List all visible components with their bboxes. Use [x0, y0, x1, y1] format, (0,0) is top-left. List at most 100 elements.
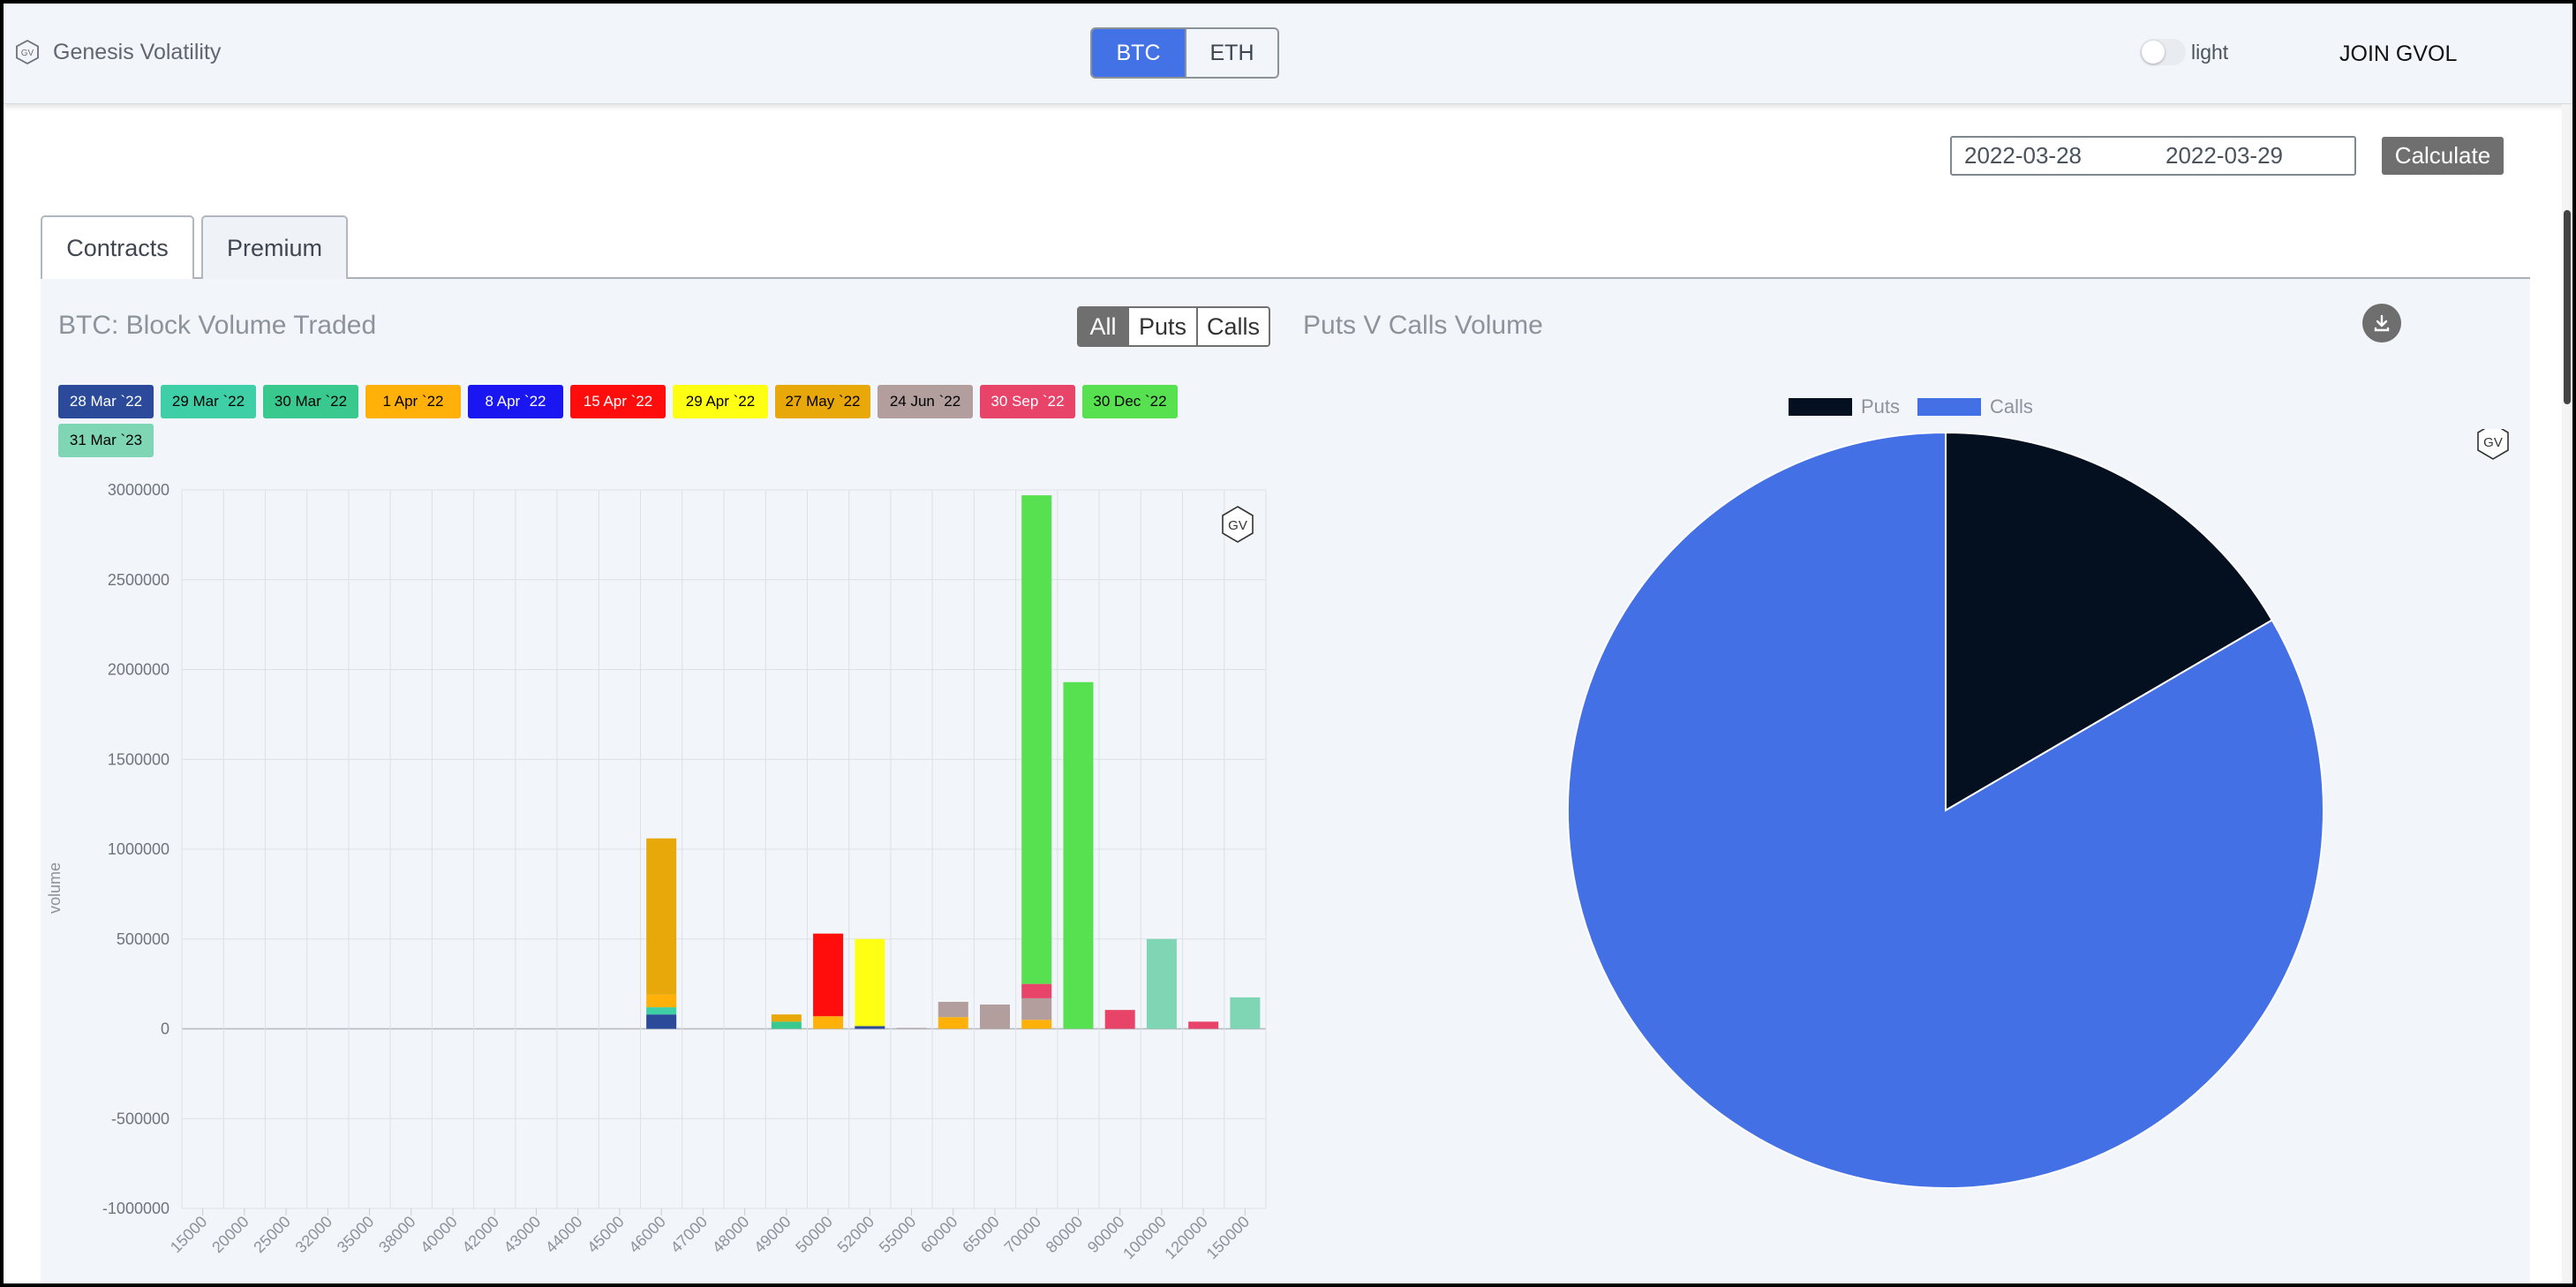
bar-segment-11-23[interactable]: [1146, 938, 1177, 1029]
legend-label-puts[interactable]: Puts: [1861, 395, 1900, 418]
asset-eth-button[interactable]: ETH: [1185, 29, 1277, 77]
gv-watermark-icon: GV: [2477, 429, 2509, 460]
download-button[interactable]: [2362, 304, 2401, 342]
y-tick-label: -500000: [111, 1110, 169, 1127]
tab-contracts[interactable]: Contracts: [41, 215, 194, 279]
y-tick-label: 1500000: [108, 750, 169, 768]
y-tick-label: 2000000: [108, 661, 169, 679]
filter-calls-button[interactable]: Calls: [1196, 308, 1269, 345]
bar-segment-10-21[interactable]: [1063, 681, 1094, 1029]
expiry-chip-11[interactable]: 31 Mar `23: [58, 424, 154, 457]
bar-segment-9-24[interactable]: [1188, 1021, 1219, 1029]
filter-all-button[interactable]: All: [1079, 308, 1127, 345]
pie-chart-title: Puts V Calls Volume: [1303, 311, 1543, 340]
pie-legend: Puts Calls: [1789, 395, 2051, 418]
bar-segment-7-14[interactable]: [771, 1014, 802, 1022]
bar-segment-6-16[interactable]: [855, 938, 885, 1027]
y-tick-label: 500000: [117, 930, 169, 948]
end-date-input[interactable]: 2022-03-29: [2165, 142, 2283, 169]
bar-segment-7-11[interactable]: [646, 838, 677, 995]
bar-segment-3-11[interactable]: [646, 994, 677, 1008]
x-tick-label: 42000: [459, 1213, 503, 1257]
y-tick-label: 0: [161, 1020, 169, 1038]
x-tick-label: 48000: [709, 1213, 753, 1257]
bar-segment-8-18[interactable]: [938, 1001, 968, 1018]
date-range-picker[interactable]: 2022-03-28 2022-03-29: [1950, 136, 2356, 176]
bar-segment-0-11[interactable]: [646, 1014, 677, 1029]
join-gvol-link[interactable]: JOIN GVOL: [2339, 41, 2457, 67]
brand[interactable]: GV Genesis Volatility: [14, 39, 221, 65]
tab-bar: Contracts Premium: [41, 212, 2530, 279]
premium-panel: BTC: Block Volume Traded All Puts Calls …: [41, 279, 2530, 1283]
logo-text: GV: [21, 49, 34, 58]
x-tick-label: 43000: [501, 1213, 545, 1257]
expiry-chip-8[interactable]: 24 Jun `22: [877, 385, 973, 418]
x-tick-label: 100000: [1119, 1213, 1170, 1263]
x-tick-label: 45000: [584, 1213, 628, 1257]
x-tick-label: 35000: [334, 1213, 378, 1257]
x-tick-label: 44000: [542, 1213, 586, 1257]
y-axis-label: volume: [46, 862, 64, 914]
expiry-chip-10[interactable]: 30 Dec `22: [1082, 385, 1178, 418]
x-tick-label: 80000: [1043, 1213, 1087, 1257]
x-tick-label: 52000: [834, 1213, 878, 1257]
puts-calls-pie-chart: GV: [1567, 429, 2509, 1189]
theme-toggle[interactable]: light: [2140, 39, 2228, 65]
y-tick-label: 3000000: [108, 481, 169, 499]
x-tick-label: 70000: [1001, 1213, 1045, 1257]
expiry-chip-1[interactable]: 29 Mar `22: [161, 385, 256, 418]
x-tick-label: 150000: [1203, 1213, 1254, 1263]
bar-segment-10-20[interactable]: [1021, 495, 1052, 984]
bar-segment-9-22[interactable]: [1104, 1010, 1135, 1029]
expiry-chip-0[interactable]: 28 Mar `22: [58, 385, 154, 418]
bar-segment-1-11[interactable]: [646, 1007, 677, 1015]
bar-segment-9-20[interactable]: [1021, 983, 1052, 998]
start-date-input[interactable]: 2022-03-28: [1964, 142, 2082, 169]
bar-segment-3-15[interactable]: [813, 1016, 844, 1029]
watermark-text: GV: [1228, 518, 1247, 533]
expiry-chip-7[interactable]: 27 May `22: [775, 385, 870, 418]
legend-swatch-calls: [1917, 398, 1982, 416]
y-tick-label: 2500000: [108, 571, 169, 589]
scrollbar-thumb[interactable]: [2564, 210, 2571, 404]
bar-segment-0-16[interactable]: [855, 1026, 885, 1029]
option-type-filter: All Puts Calls: [1077, 306, 1270, 347]
expiry-chip-2[interactable]: 30 Mar `22: [263, 385, 358, 418]
gv-logo-icon: GV: [16, 39, 39, 65]
block-volume-bar-chart: 3000000250000020000001500000100000050000…: [46, 481, 1267, 1263]
bar-segment-8-19[interactable]: [979, 1005, 1011, 1029]
bar-segment-8-17[interactable]: [896, 1027, 927, 1029]
x-tick-label: 38000: [375, 1213, 419, 1257]
watermark-text: GV: [2483, 435, 2503, 450]
x-tick-label: 120000: [1161, 1213, 1211, 1263]
bar-segment-3-20[interactable]: [1021, 1020, 1052, 1029]
expiry-chip-5[interactable]: 15 Apr `22: [570, 385, 666, 418]
bar-segment-3-18[interactable]: [938, 1017, 968, 1029]
asset-toggle: BTC ETH: [1090, 27, 1279, 79]
expiry-chip-6[interactable]: 29 Apr `22: [673, 385, 768, 418]
page-scrollbar[interactable]: [2562, 104, 2572, 1283]
top-navigation-bar: GV Genesis Volatility BTC ETH light JOIN…: [4, 4, 2572, 104]
calculate-button[interactable]: Calculate: [2382, 137, 2504, 175]
expiry-chip-3[interactable]: 1 Apr `22: [365, 385, 461, 418]
bar-chart-title: BTC: Block Volume Traded: [58, 311, 377, 340]
tab-premium[interactable]: Premium: [201, 215, 348, 279]
bar-segment-8-20[interactable]: [1021, 997, 1052, 1020]
x-tick-label: 55000: [876, 1213, 920, 1257]
filter-puts-button[interactable]: Puts: [1127, 308, 1196, 345]
asset-btc-button[interactable]: BTC: [1092, 29, 1185, 77]
theme-label: light: [2191, 40, 2229, 64]
legend-swatch-puts: [1789, 398, 1852, 416]
brand-name: Genesis Volatility: [53, 39, 222, 64]
x-tick-label: 25000: [250, 1213, 294, 1257]
bar-segment-2-14[interactable]: [771, 1021, 802, 1029]
expiry-chip-4[interactable]: 8 Apr `22: [468, 385, 563, 418]
legend-label-calls[interactable]: Calls: [1990, 395, 2033, 418]
theme-switch-track[interactable]: [2140, 39, 2186, 65]
bar-segment-5-15[interactable]: [813, 933, 844, 1017]
y-tick-label: -1000000: [102, 1200, 169, 1217]
bar-segment-11-25[interactable]: [1230, 997, 1261, 1029]
app-window: GV Genesis Volatility BTC ETH light JOIN…: [4, 4, 2572, 1283]
x-tick-label: 40000: [417, 1213, 461, 1257]
expiry-chip-9[interactable]: 30 Sep `22: [980, 385, 1075, 418]
